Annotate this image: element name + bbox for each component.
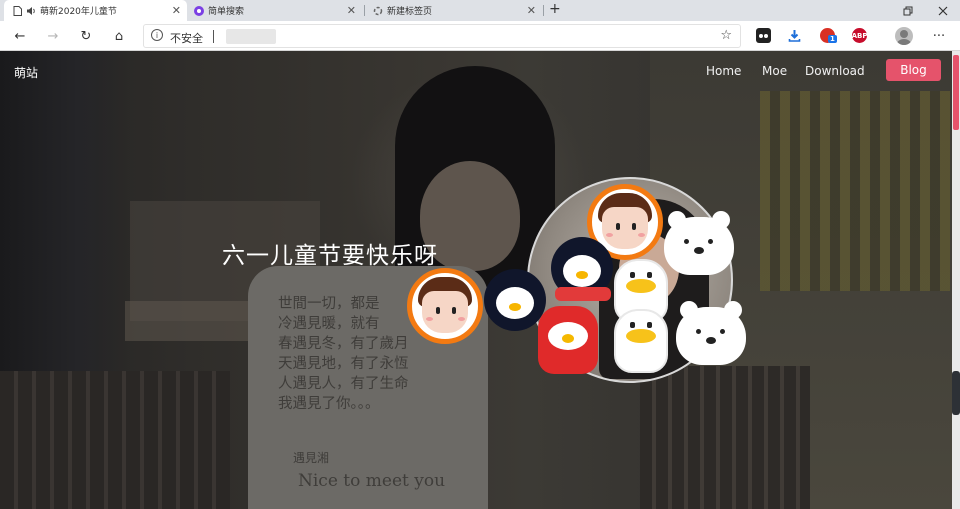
bear-head [664, 217, 734, 275]
pillow-signature: 遇見湘 [293, 451, 330, 465]
sticker-eye [436, 307, 440, 314]
forward-icon[interactable]: → [43, 26, 63, 46]
sticker-blush [458, 317, 465, 321]
hero-headline: 六一儿童节要快乐呀 [222, 243, 438, 269]
photo-window-blinds [760, 91, 950, 291]
sticker-eye [632, 223, 636, 230]
sticker-eye [452, 307, 456, 314]
adblock-extension-icon[interactable]: ABP [852, 28, 867, 43]
tab-strip: 萌新2020年儿童节 ✕ 简单搜索 ✕ 新建标签页 ✕ + [0, 0, 960, 21]
tab-title: 萌新2020年儿童节 [40, 7, 117, 17]
tab-search[interactable]: 简单搜索 ✕ [186, 0, 362, 21]
profile-avatar[interactable] [895, 27, 913, 45]
security-label[interactable]: 不安全 [170, 30, 203, 46]
sticker-blush [638, 233, 645, 237]
penguin-scarf [555, 287, 611, 301]
close-icon[interactable] [928, 0, 958, 21]
tab-title: 新建标签页 [387, 7, 433, 17]
close-icon[interactable]: ✕ [172, 4, 181, 17]
tab-divider [543, 5, 544, 16]
pillow-english-text: Nice to meet you [298, 471, 446, 491]
toolbar: ← → ↻ ⌂ i 不安全 ☆ 1 ABP ··· [0, 21, 960, 51]
nav-download[interactable]: Download [805, 64, 865, 78]
address-divider [213, 30, 214, 43]
polar-bear-sticker[interactable] [664, 211, 734, 275]
bear-head [676, 307, 746, 365]
blog-button[interactable]: Blog [886, 59, 941, 81]
url-text-redacted[interactable] [226, 29, 276, 44]
nav-home[interactable]: Home [706, 64, 741, 78]
sticker-face [422, 291, 468, 333]
loading-icon [373, 6, 383, 16]
nav-moe[interactable]: Moe [762, 64, 787, 78]
penguin-scarf-sticker[interactable] [551, 237, 613, 307]
duck-eye [630, 322, 635, 328]
download-extension-icon[interactable] [787, 28, 802, 43]
duck-sticker[interactable] [614, 309, 668, 373]
penguin-sticker[interactable] [484, 269, 546, 339]
duck-eye [647, 322, 652, 328]
penguin-beak [509, 303, 521, 311]
duck-beak [626, 329, 656, 343]
speaker-icon[interactable] [26, 6, 36, 16]
pillow-text: 世間一切，都是 冷遇見暖，就有 春遇見冬，有了歲月 天遇見地，有了永恆 人遇見人… [278, 296, 409, 412]
site-brand[interactable]: 萌站 [14, 64, 38, 81]
new-tab-button[interactable]: + [549, 1, 561, 17]
browser-window: 萌新2020年儿童节 ✕ 简单搜索 ✕ 新建标签页 ✕ + ← → ↻ ⌂ i … [0, 0, 960, 509]
sticker-eye [616, 223, 620, 230]
search-app-icon [194, 5, 204, 16]
bear-eye [684, 239, 689, 244]
sticker-blush [426, 317, 433, 321]
menu-icon[interactable]: ··· [929, 26, 949, 46]
duck-eye [647, 272, 652, 278]
star-icon[interactable]: ☆ [720, 28, 732, 43]
tab-title: 简单搜索 [208, 7, 245, 17]
refresh-icon[interactable]: ↻ [76, 26, 96, 46]
side-panel-grip[interactable] [952, 371, 960, 415]
home-icon[interactable]: ⌂ [109, 26, 129, 46]
bear-nose [694, 247, 704, 254]
duck-eye [630, 272, 635, 278]
tab-new[interactable]: 新建标签页 ✕ [365, 0, 542, 21]
scrollbar-thumb[interactable] [953, 55, 959, 130]
boy-avatar-sticker[interactable] [407, 268, 483, 344]
info-icon[interactable]: i [151, 29, 163, 41]
back-icon[interactable]: ← [10, 26, 30, 46]
tab-active[interactable]: 萌新2020年儿童节 ✕ [4, 0, 187, 21]
red-bird-beak [562, 334, 574, 343]
address-bar[interactable]: i 不安全 ☆ [143, 24, 741, 48]
close-icon[interactable]: ✕ [527, 4, 536, 17]
bear-nose [706, 337, 716, 344]
page-icon [12, 5, 22, 16]
bear-eye [708, 239, 713, 244]
extension-badge: 1 [828, 35, 837, 43]
photo-chair-right [640, 366, 810, 509]
page-viewport: 世間一切，都是 冷遇見暖，就有 春遇見冬，有了歲月 天遇見地，有了永恆 人遇見人… [0, 51, 960, 509]
badge-extension-icon[interactable]: 1 [820, 28, 837, 43]
duck-beak [626, 279, 656, 293]
bear-eye [696, 329, 701, 334]
bear-eye [720, 329, 725, 334]
cat-extension-icon[interactable] [756, 28, 771, 43]
polar-bear-sticker[interactable] [676, 301, 746, 365]
restore-icon[interactable] [893, 0, 923, 21]
red-bird-sticker[interactable] [538, 306, 598, 378]
photo-chair-left [0, 371, 230, 509]
close-icon[interactable]: ✕ [347, 4, 356, 17]
penguin-beak [576, 271, 588, 279]
page-scrollbar[interactable] [952, 51, 960, 509]
